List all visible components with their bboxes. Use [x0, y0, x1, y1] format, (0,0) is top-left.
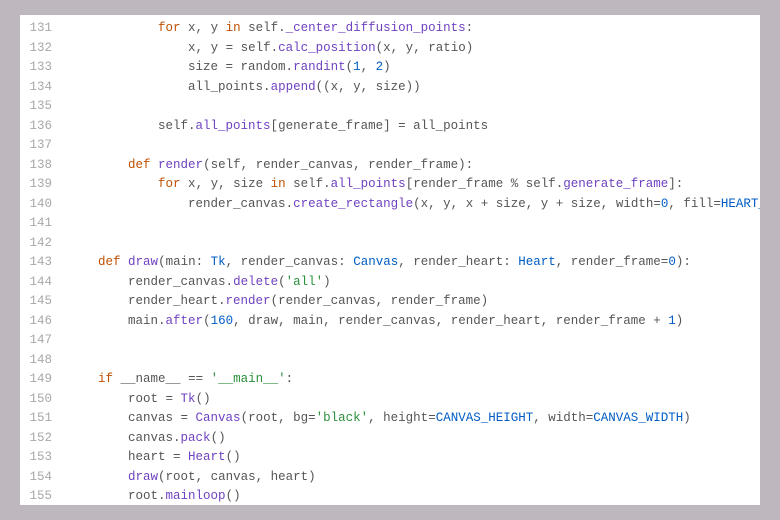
code-line[interactable]: 141 — [20, 214, 760, 234]
code-line[interactable]: 144 render_canvas.delete('all') — [20, 273, 760, 293]
line-number: 143 — [20, 253, 68, 273]
code-line[interactable]: 155 root.mainloop() — [20, 487, 760, 505]
line-number: 133 — [20, 58, 68, 78]
line-number: 138 — [20, 156, 68, 176]
line-number: 152 — [20, 429, 68, 449]
line-number: 141 — [20, 214, 68, 234]
code-content[interactable]: all_points.append((x, y, size)) — [68, 78, 421, 98]
code-content[interactable]: canvas = Canvas(root, bg='black', height… — [68, 409, 691, 429]
code-content[interactable]: render_heart.render(render_canvas, rende… — [68, 292, 488, 312]
line-number: 147 — [20, 331, 68, 351]
code-line[interactable]: 133 size = random.randint(1, 2) — [20, 58, 760, 78]
code-content[interactable]: def draw(main: Tk, render_canvas: Canvas… — [68, 253, 691, 273]
line-number: 134 — [20, 78, 68, 98]
line-number: 145 — [20, 292, 68, 312]
code-line[interactable]: 154 draw(root, canvas, heart) — [20, 468, 760, 488]
code-line[interactable]: 150 root = Tk() — [20, 390, 760, 410]
code-content[interactable]: self.all_points[generate_frame] = all_po… — [68, 117, 488, 137]
code-line[interactable]: 135 — [20, 97, 760, 117]
code-line[interactable]: 131 for x, y in self._center_diffusion_p… — [20, 19, 760, 39]
code-line[interactable]: 151 canvas = Canvas(root, bg='black', he… — [20, 409, 760, 429]
code-line[interactable]: 146 main.after(160, draw, main, render_c… — [20, 312, 760, 332]
line-number: 139 — [20, 175, 68, 195]
line-number: 155 — [20, 487, 68, 505]
code-line[interactable]: 153 heart = Heart() — [20, 448, 760, 468]
code-line[interactable]: 147 — [20, 331, 760, 351]
code-line[interactable]: 142 — [20, 234, 760, 254]
code-editor[interactable]: 131 for x, y in self._center_diffusion_p… — [20, 15, 760, 505]
line-number: 144 — [20, 273, 68, 293]
code-line[interactable]: 132 x, y = self.calc_position(x, y, rati… — [20, 39, 760, 59]
code-content[interactable]: heart = Heart() — [68, 448, 241, 468]
code-content[interactable]: if __name__ == '__main__': — [68, 370, 293, 390]
code-line[interactable]: 137 — [20, 136, 760, 156]
line-number: 151 — [20, 409, 68, 429]
code-line[interactable]: 138 def render(self, render_canvas, rend… — [20, 156, 760, 176]
code-content[interactable]: size = random.randint(1, 2) — [68, 58, 391, 78]
line-number: 137 — [20, 136, 68, 156]
line-number: 149 — [20, 370, 68, 390]
line-number: 131 — [20, 19, 68, 39]
code-content[interactable]: canvas.pack() — [68, 429, 226, 449]
code-content[interactable]: render_canvas.delete('all') — [68, 273, 331, 293]
code-content[interactable]: for x, y, size in self.all_points[render… — [68, 175, 683, 195]
line-number: 153 — [20, 448, 68, 468]
code-content[interactable]: draw(root, canvas, heart) — [68, 468, 316, 488]
line-number: 140 — [20, 195, 68, 215]
line-number: 146 — [20, 312, 68, 332]
code-content[interactable]: main.after(160, draw, main, render_canva… — [68, 312, 683, 332]
line-number: 135 — [20, 97, 68, 117]
code-content[interactable]: for x, y in self._center_diffusion_point… — [68, 19, 473, 39]
code-content[interactable]: def render(self, render_canvas, render_f… — [68, 156, 473, 176]
code-line[interactable]: 139 for x, y, size in self.all_points[re… — [20, 175, 760, 195]
code-content[interactable]: x, y = self.calc_position(x, y, ratio) — [68, 39, 473, 59]
code-line[interactable]: 149 if __name__ == '__main__': — [20, 370, 760, 390]
line-number: 132 — [20, 39, 68, 59]
code-line[interactable]: 152 canvas.pack() — [20, 429, 760, 449]
line-number: 154 — [20, 468, 68, 488]
code-line[interactable]: 136 self.all_points[generate_frame] = al… — [20, 117, 760, 137]
code-line[interactable]: 140 render_canvas.create_rectangle(x, y,… — [20, 195, 760, 215]
line-number: 142 — [20, 234, 68, 254]
code-line[interactable]: 143 def draw(main: Tk, render_canvas: Ca… — [20, 253, 760, 273]
line-number: 150 — [20, 390, 68, 410]
code-line[interactable]: 134 all_points.append((x, y, size)) — [20, 78, 760, 98]
code-content[interactable]: root = Tk() — [68, 390, 211, 410]
code-content[interactable]: root.mainloop() — [68, 487, 241, 505]
code-line[interactable]: 148 — [20, 351, 760, 371]
line-number: 136 — [20, 117, 68, 137]
line-number: 148 — [20, 351, 68, 371]
code-content[interactable]: render_canvas.create_rectangle(x, y, x +… — [68, 195, 760, 215]
code-line[interactable]: 145 render_heart.render(render_canvas, r… — [20, 292, 760, 312]
